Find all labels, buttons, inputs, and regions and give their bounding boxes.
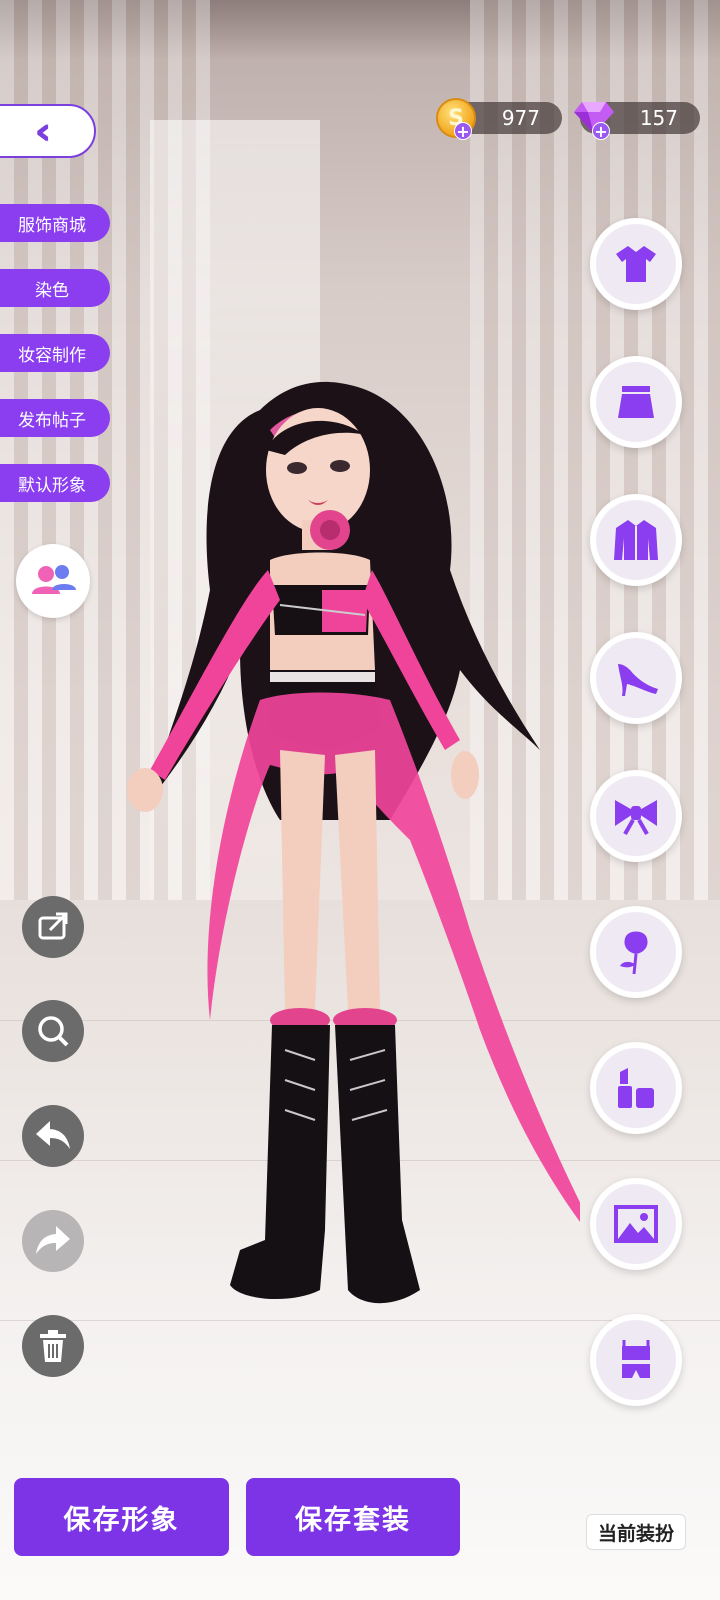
zoom-icon	[38, 1016, 69, 1047]
double-chevron-left-icon: ‹‹	[34, 109, 53, 153]
save-look-button[interactable]: 保存形象	[14, 1478, 229, 1556]
background-icon	[614, 1205, 658, 1243]
menu-dye[interactable]: 染色	[0, 269, 110, 307]
category-makeup[interactable]	[590, 1042, 682, 1134]
coin-count: 977	[501, 106, 540, 130]
share-button[interactable]	[22, 896, 84, 958]
gem-count: 157	[639, 106, 678, 130]
high-heel-icon	[618, 664, 658, 696]
add-coins-button[interactable]: +	[454, 122, 472, 141]
menu-default-look[interactable]: 默认形象	[0, 464, 110, 502]
makeup-icon	[618, 1068, 654, 1108]
save-outfit-button[interactable]: 保存套装	[246, 1478, 460, 1556]
category-jackets[interactable]	[590, 494, 682, 586]
bow-icon	[615, 800, 657, 835]
current-outfit-button[interactable]: 当前装扮	[586, 1514, 686, 1550]
category-accessories[interactable]	[590, 770, 682, 862]
jacket-icon	[614, 520, 658, 560]
avatar-character	[127, 381, 580, 1304]
delete-button[interactable]	[22, 1315, 84, 1377]
share-icon	[38, 912, 68, 940]
add-gems-button[interactable]: +	[592, 122, 610, 141]
redo-button[interactable]	[22, 1210, 84, 1272]
category-backgrounds[interactable]	[590, 1178, 682, 1270]
undo-icon	[36, 1121, 70, 1149]
menu-clothing-mall[interactable]: 服饰商城	[0, 204, 110, 242]
rose-icon	[620, 931, 648, 975]
category-outfit-sets[interactable]	[590, 1314, 682, 1406]
back-button[interactable]: ‹‹	[0, 104, 96, 158]
category-hair-flowers[interactable]	[590, 906, 682, 998]
menu-publish-post[interactable]: 发布帖子	[0, 399, 110, 437]
friends-icon	[32, 565, 76, 594]
outfit-set-icon	[622, 1340, 650, 1378]
undo-button[interactable]	[22, 1105, 84, 1167]
category-skirts[interactable]	[590, 356, 682, 448]
friends-button[interactable]	[16, 544, 90, 618]
zoom-button[interactable]	[22, 1000, 84, 1062]
category-tops[interactable]	[590, 218, 682, 310]
redo-icon	[36, 1226, 70, 1254]
trash-icon	[40, 1330, 66, 1362]
category-shoes[interactable]	[590, 632, 682, 724]
menu-makeup-create[interactable]: 妆容制作	[0, 334, 110, 372]
skirt-icon	[618, 386, 654, 418]
top-icon	[616, 246, 656, 282]
